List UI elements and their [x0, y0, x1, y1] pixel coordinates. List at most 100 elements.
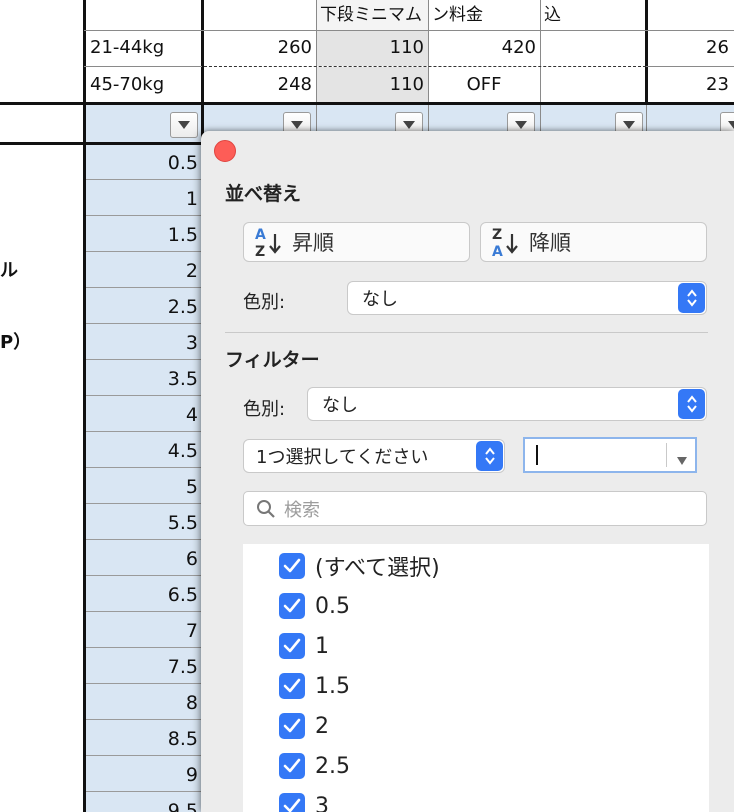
filter-list-item-label: 0.5 [315, 593, 350, 619]
left-column [0, 144, 84, 812]
filter-color-label: 色別: [243, 399, 286, 420]
data-cell[interactable]: OFF [428, 67, 540, 103]
grid-line [428, 0, 429, 104]
triangle-down-icon [515, 121, 527, 129]
data-cell[interactable] [540, 67, 646, 103]
close-button[interactable] [214, 140, 236, 162]
column-value-cell[interactable]: 2 [84, 252, 202, 288]
column-value-text: 7.5 [167, 656, 198, 678]
header-cell-min: 下段ミニマム [316, 0, 428, 30]
filter-color-select[interactable]: なし [307, 387, 707, 421]
search-field[interactable]: 検索 [243, 491, 707, 526]
column-value-text: 2 [185, 260, 198, 282]
filter-dropdown-button[interactable] [170, 112, 198, 138]
data-cell[interactable]: 110 [316, 67, 428, 103]
filter-list-item[interactable]: 3 [279, 791, 329, 812]
filter-column: 0.5 1 1.5 2 2.5 3 3.5 4 4.5 5 5.5 6 6.5 7 7.5 8 8.5 9 9.5 [84, 144, 202, 812]
filter-condition-select[interactable]: 1つ選択してください [243, 439, 505, 473]
triangle-down-icon[interactable] [677, 450, 687, 469]
data-cell[interactable]: 110 [316, 30, 428, 66]
column-value-cell[interactable]: 9 [84, 756, 202, 792]
filter-list-item[interactable]: (すべて選択) [279, 551, 440, 581]
svg-text:Z: Z [492, 227, 502, 243]
column-value-cell[interactable]: 4 [84, 396, 202, 432]
triangle-down-icon [178, 121, 190, 129]
data-cell[interactable]: 23 [706, 67, 734, 103]
checkbox-checked-icon[interactable] [279, 553, 305, 579]
column-value-cell[interactable]: 9.5 [84, 792, 202, 812]
filter-list-item[interactable]: 0.5 [279, 591, 350, 621]
data-cell[interactable]: 248 [204, 67, 316, 103]
column-value-text: 6 [185, 548, 198, 570]
triangle-down-icon [403, 121, 415, 129]
grid-line [84, 66, 202, 67]
grid-border [645, 0, 648, 104]
column-value-cell[interactable]: 5.5 [84, 504, 202, 540]
filter-list-item-label: 1.5 [315, 673, 350, 699]
filter-list-item[interactable]: 1 [279, 631, 329, 661]
column-value-cell[interactable]: 1.5 [84, 216, 202, 252]
filter-condition-input[interactable] [523, 437, 697, 473]
checkbox-checked-icon[interactable] [279, 793, 305, 812]
filter-condition-value: 1つ選択してください [256, 447, 429, 468]
filter-color-value: なし [322, 395, 358, 416]
section-divider [225, 332, 708, 333]
triangle-down-icon [728, 121, 734, 129]
column-value-cell[interactable]: 3 [84, 324, 202, 360]
text-caret [536, 445, 538, 465]
grid-line [316, 0, 317, 104]
grid-border [83, 0, 86, 812]
filter-list-item[interactable]: 2.5 [279, 751, 350, 781]
combo-divider [666, 443, 667, 467]
stepper-icon [476, 441, 503, 471]
stepper-icon [678, 283, 705, 313]
checkbox-checked-icon[interactable] [279, 713, 305, 739]
grid-border [0, 102, 734, 105]
sort-descending-button[interactable]: Z A 降順 [480, 222, 707, 262]
weight-cell[interactable]: 21-44kg [86, 30, 202, 66]
sort-ascending-button[interactable]: A Z 昇順 [243, 222, 470, 262]
column-value-cell[interactable]: 5 [84, 468, 202, 504]
column-value-text: 7 [185, 620, 198, 642]
sort-descending-icon: Z A [489, 225, 519, 259]
column-value-cell[interactable]: 6 [84, 540, 202, 576]
filter-list-item[interactable]: 1.5 [279, 671, 350, 701]
column-value-text: 5.5 [167, 512, 198, 534]
checkbox-checked-icon[interactable] [279, 593, 305, 619]
svg-text:A: A [492, 244, 503, 259]
data-cell[interactable]: 420 [428, 30, 540, 66]
column-value-cell[interactable]: 6.5 [84, 576, 202, 612]
column-value-cell[interactable]: 8 [84, 684, 202, 720]
filter-list-item-label: 2.5 [315, 753, 350, 779]
checkbox-checked-icon[interactable] [279, 753, 305, 779]
column-value-text: 8.5 [167, 728, 198, 750]
column-value-cell[interactable]: 3.5 [84, 360, 202, 396]
column-value-cell[interactable]: 7 [84, 612, 202, 648]
column-value-text: 0.5 [167, 152, 198, 174]
column-value-cell[interactable]: 8.5 [84, 720, 202, 756]
column-value-cell[interactable]: 4.5 [84, 432, 202, 468]
grid-line [204, 66, 646, 67]
data-cell[interactable] [540, 30, 646, 66]
column-value-text: 3.5 [167, 368, 198, 390]
checkbox-checked-icon[interactable] [279, 673, 305, 699]
side-label: ル [0, 260, 18, 281]
column-value-cell[interactable]: 1 [84, 180, 202, 216]
filter-list-item-label: 1 [315, 633, 329, 659]
data-cell[interactable]: 26 [706, 30, 734, 66]
checkbox-checked-icon[interactable] [279, 633, 305, 659]
grid-line [540, 0, 541, 104]
filter-list-item[interactable]: 2 [279, 711, 329, 741]
header-cell-incl: 込 [544, 4, 561, 25]
sort-color-select[interactable]: なし [347, 281, 707, 315]
column-value-cell[interactable]: 2.5 [84, 288, 202, 324]
column-value-text: 4 [185, 404, 198, 426]
data-cell[interactable]: 260 [204, 30, 316, 66]
column-value-cell[interactable]: 7.5 [84, 648, 202, 684]
weight-cell[interactable]: 45-70kg [86, 67, 202, 103]
svg-text:Z: Z [255, 244, 265, 259]
column-value-text: 2.5 [167, 296, 198, 318]
svg-text:A: A [255, 227, 266, 243]
column-value-cell[interactable]: 0.5 [84, 144, 202, 180]
filter-list-item-label: (すべて選択) [315, 556, 440, 581]
